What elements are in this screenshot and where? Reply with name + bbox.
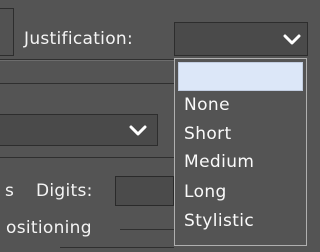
divider: [0, 60, 174, 61]
justification-dropdown-menu: None Short Medium Long Stylistic: [174, 58, 307, 246]
dropdown-option-long[interactable]: Long: [184, 182, 227, 202]
divider: [120, 229, 174, 230]
positioning-label: ositioning: [6, 218, 92, 238]
panel: Justification: s Digits: ositioning None…: [0, 0, 313, 252]
dropdown-option-medium[interactable]: Medium: [184, 152, 254, 172]
truncated-label: s: [5, 181, 14, 201]
digits-field[interactable]: [115, 176, 174, 206]
divider: [0, 157, 174, 158]
justification-select[interactable]: [174, 22, 308, 56]
top-left-control[interactable]: [0, 8, 14, 56]
chevron-down-icon: [283, 34, 301, 45]
dropdown-option-blank[interactable]: [178, 62, 303, 91]
dropdown-option-short[interactable]: Short: [184, 124, 232, 144]
digits-label: Digits:: [36, 181, 93, 201]
dropdown-option-none[interactable]: None: [184, 95, 230, 115]
divider: [0, 83, 174, 84]
divider: [60, 247, 174, 248]
chevron-down-icon: [129, 125, 147, 136]
dropdown-option-stylistic[interactable]: Stylistic: [184, 211, 254, 231]
justification-label: Justification:: [24, 29, 133, 49]
left-select[interactable]: [0, 114, 158, 146]
